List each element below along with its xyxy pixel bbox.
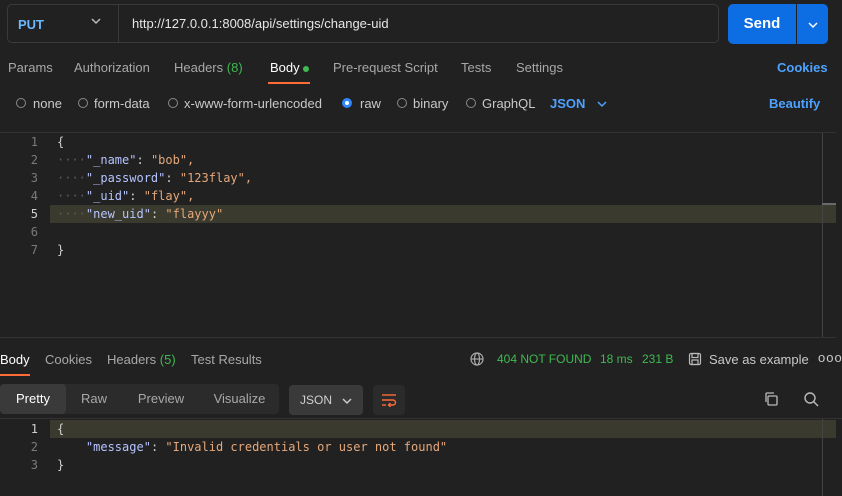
json-value: "flayyy" — [165, 207, 224, 221]
radio-urlencoded[interactable] — [168, 98, 178, 108]
radio-graphql-label[interactable]: GraphQL — [482, 96, 535, 111]
response-tab-headers[interactable]: Headers (5) — [107, 352, 176, 367]
copy-icon[interactable] — [763, 391, 779, 407]
response-tab-body[interactable]: Body — [0, 352, 30, 367]
line-number: 2 — [30, 153, 38, 167]
radio-form-data-label[interactable]: form-data — [94, 96, 150, 111]
radio-binary-label[interactable]: binary — [413, 96, 448, 111]
method-select[interactable]: PUT — [18, 17, 44, 32]
code-line: ····"_uid": "flay", — [57, 189, 195, 203]
response-tab-headers-label: Headers — [107, 352, 157, 367]
radio-none-label[interactable]: none — [33, 96, 62, 111]
code-close-brace: } — [57, 458, 65, 472]
body-format-select[interactable]: JSON — [550, 96, 585, 111]
json-key: "_password" — [85, 171, 166, 185]
json-value: "Invalid credentials or user not found" — [165, 440, 448, 454]
send-button[interactable]: Send — [728, 4, 796, 44]
line-number: 1 — [30, 422, 38, 436]
code-line: ····"_password": "123flay", — [57, 171, 253, 185]
radio-urlencoded-label[interactable]: x-www-form-urlencoded — [184, 96, 322, 111]
view-raw[interactable]: Raw — [66, 384, 122, 414]
chevron-down-icon — [342, 398, 352, 405]
response-scrollbar[interactable] — [822, 419, 823, 496]
more-options-icon[interactable]: ooo — [818, 350, 842, 365]
save-as-example-button[interactable]: Save as example — [709, 352, 809, 367]
response-format-select[interactable]: JSON — [289, 385, 363, 415]
response-tab-headers-count: (5) — [159, 352, 176, 367]
wrap-lines-button[interactable] — [373, 385, 405, 415]
tab-headers-label: Headers — [174, 60, 224, 75]
chevron-down-icon — [808, 22, 818, 29]
url-input[interactable]: http://127.0.0.1:8008/api/settings/chang… — [132, 16, 389, 31]
json-key: "new_uid" — [85, 207, 151, 221]
radio-graphql[interactable] — [466, 98, 476, 108]
radio-raw[interactable] — [342, 98, 352, 108]
radio-none[interactable] — [16, 98, 26, 108]
line-number: 5 — [30, 207, 38, 221]
tab-params[interactable]: Params — [8, 60, 53, 75]
url-divider — [118, 4, 119, 43]
tab-pre-request-script[interactable]: Pre-request Script — [333, 60, 438, 75]
response-tab-cookies[interactable]: Cookies — [45, 352, 92, 367]
radio-binary[interactable] — [397, 98, 407, 108]
current-line-highlight — [50, 420, 836, 438]
line-number: 3 — [30, 458, 38, 472]
search-icon[interactable] — [803, 391, 819, 407]
active-tab-underline — [0, 374, 30, 376]
json-value: "flay", — [143, 189, 195, 203]
json-key: "_uid" — [85, 189, 130, 203]
radio-raw-label[interactable]: raw — [360, 96, 381, 111]
code-close-brace: } — [57, 243, 65, 257]
globe-icon[interactable] — [470, 352, 484, 366]
status-badge[interactable]: 404 NOT FOUND — [497, 352, 591, 366]
line-number: 2 — [30, 440, 38, 454]
json-value: "123flay", — [179, 171, 253, 185]
code-line: "message": "Invalid credentials or user … — [85, 440, 448, 454]
code-open-brace: { — [57, 135, 65, 149]
radio-form-data[interactable] — [78, 98, 88, 108]
line-number: 7 — [30, 243, 38, 257]
line-number: 6 — [30, 225, 38, 239]
beautify-button[interactable]: Beautify — [769, 96, 820, 111]
view-pretty[interactable]: Pretty — [0, 384, 66, 414]
cookies-link[interactable]: Cookies — [777, 60, 828, 75]
tab-settings[interactable]: Settings — [516, 60, 563, 75]
send-options-button[interactable] — [797, 4, 828, 44]
line-number: 1 — [30, 135, 38, 149]
editor-scrollbar[interactable] — [822, 133, 823, 337]
response-size[interactable]: 231 B — [642, 352, 673, 366]
view-visualize[interactable]: Visualize — [200, 384, 279, 414]
response-time[interactable]: 18 ms — [600, 352, 633, 366]
code-line: ····"new_uid": "flayyy" — [57, 207, 224, 221]
response-format-label: JSON — [300, 393, 333, 407]
line-number: 4 — [30, 189, 38, 203]
tab-tests[interactable]: Tests — [461, 60, 491, 75]
json-value: "bob", — [150, 153, 195, 167]
body-modified-dot — [303, 66, 309, 72]
tab-headers[interactable]: Headers (8) — [174, 60, 243, 75]
tab-headers-count: (8) — [226, 60, 243, 75]
response-tab-test-results[interactable]: Test Results — [191, 352, 262, 367]
chevron-down-icon[interactable] — [90, 15, 102, 27]
wrap-lines-icon — [382, 394, 397, 407]
active-tab-underline — [268, 82, 310, 84]
json-key: "message" — [85, 440, 151, 454]
json-key: "_name" — [85, 153, 137, 167]
code-open-brace: { — [57, 422, 65, 436]
tab-body[interactable]: Body — [270, 60, 300, 75]
line-number: 3 — [30, 171, 38, 185]
save-icon[interactable] — [688, 352, 702, 366]
view-preview[interactable]: Preview — [122, 384, 200, 414]
chevron-down-icon[interactable] — [596, 98, 608, 110]
tab-authorization[interactable]: Authorization — [74, 60, 150, 75]
code-line: ····"_name": "bob", — [57, 153, 195, 167]
scrollbar-marker — [822, 203, 836, 205]
